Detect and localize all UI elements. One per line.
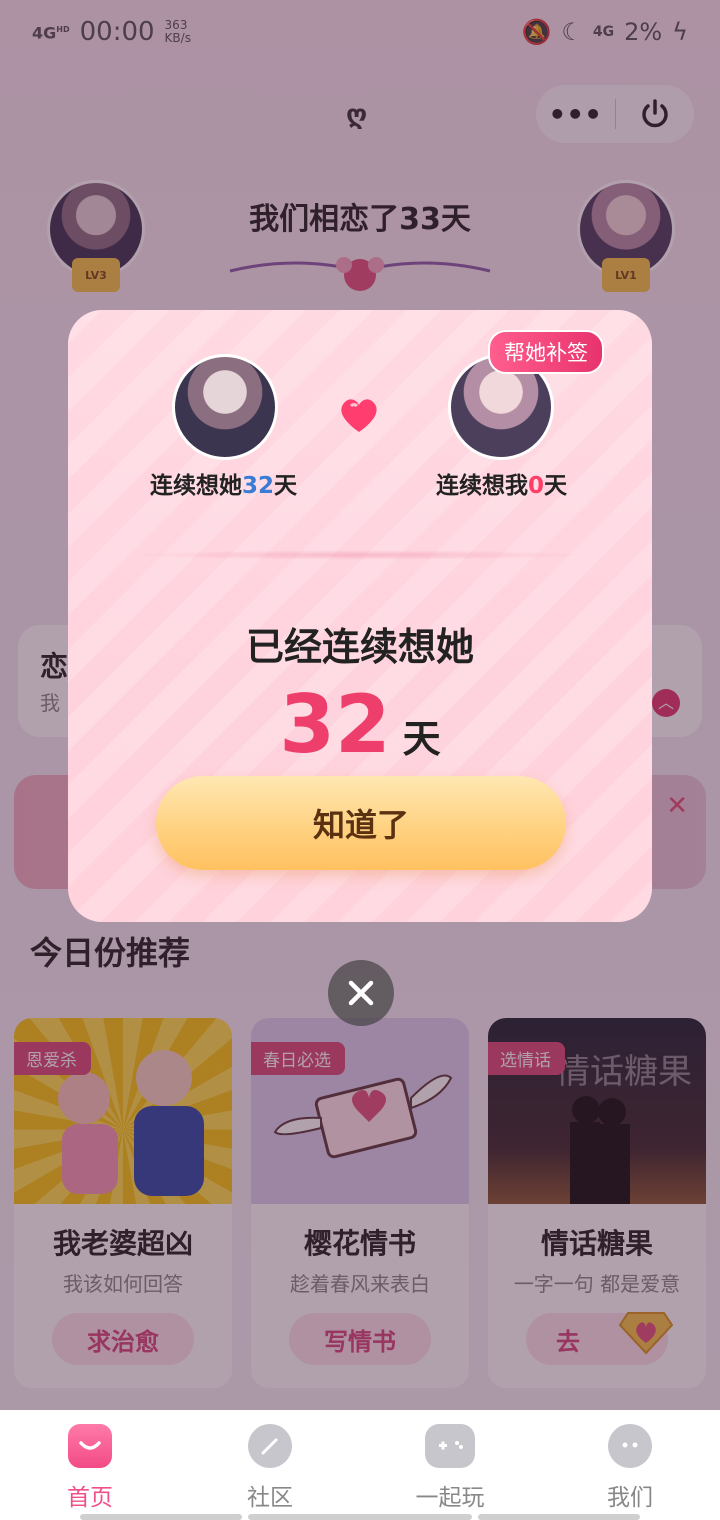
streak-count-number: 32	[279, 678, 391, 771]
my-streak-days: 32	[242, 473, 275, 499]
modal-my-avatar	[172, 354, 278, 460]
my-streak-label: 连续想她32天	[150, 473, 298, 499]
tab-play-together[interactable]: 一起玩	[360, 1410, 540, 1520]
tab-community-label: 社区	[247, 1485, 293, 1511]
tab-home[interactable]: 首页	[0, 1410, 180, 1520]
modal-headline: 已经连续想她	[245, 625, 474, 669]
bottom-tab-bar: 首页 社区 一起玩 我们	[0, 1410, 720, 1520]
got-it-button[interactable]: 知道了	[156, 776, 566, 870]
streak-modal: 连续想她32天 帮她补签 连续想我0天 已经连续想她 32 天 知道了	[68, 310, 652, 922]
tab-us[interactable]: 我们	[540, 1410, 720, 1520]
tab-us-label: 我们	[607, 1485, 653, 1511]
partner-streak-days: 0	[528, 473, 545, 499]
close-modal-button[interactable]	[328, 960, 394, 1026]
help-checkin-badge[interactable]: 帮她补签	[488, 330, 604, 374]
streak-count-unit: 天	[402, 717, 441, 761]
partner-streak-label: 连续想我0天	[436, 473, 568, 499]
gesture-bar	[80, 1514, 640, 1520]
tab-community[interactable]: 社区	[180, 1410, 360, 1520]
modal-separator	[128, 550, 592, 560]
tab-play-together-label: 一起玩	[415, 1485, 485, 1511]
close-icon	[348, 980, 374, 1006]
couple-icon	[608, 1424, 652, 1468]
streak-count: 32 天	[68, 678, 652, 771]
feather-icon	[248, 1424, 292, 1468]
home-icon	[68, 1424, 112, 1468]
heart-icon	[341, 399, 377, 432]
tab-home-label: 首页	[67, 1485, 113, 1511]
gamepad-icon	[425, 1424, 475, 1468]
